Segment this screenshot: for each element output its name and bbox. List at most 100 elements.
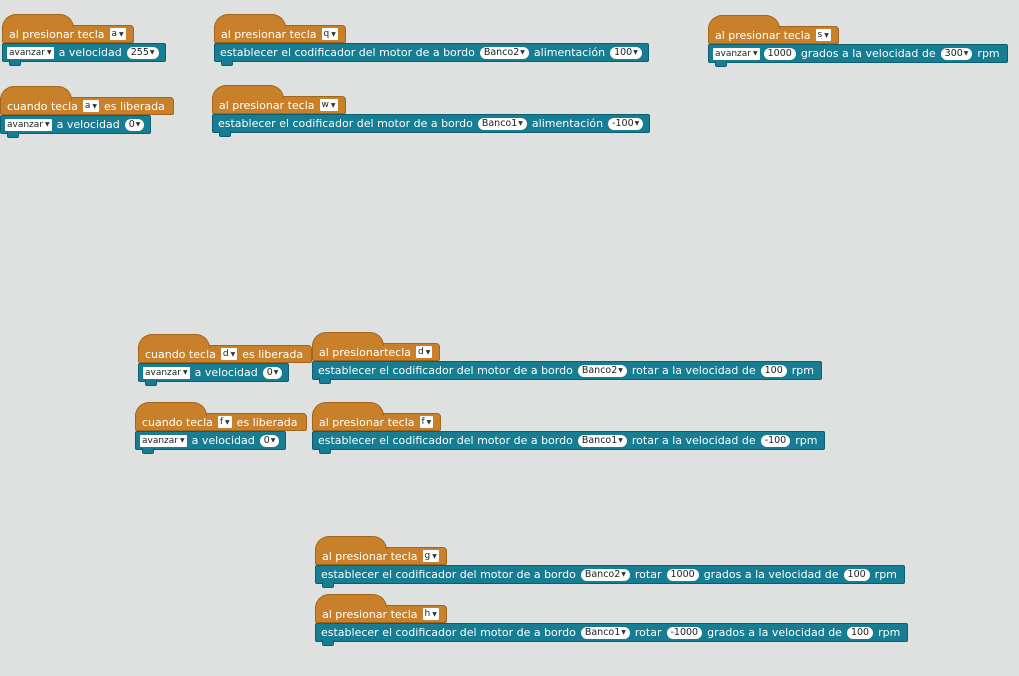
dropdown-arrow-icon: ▼ — [432, 610, 437, 618]
script-key-f-pressed[interactable]: al presionar tecla f ▼ establecer el codi… — [312, 400, 826, 454]
script-key-s-pressed[interactable]: al presionar tecla s ▼ avanzar ▼ 1000 grad… — [708, 13, 1008, 67]
hat-block-key-pressed[interactable]: al presionartecla d ▼ — [312, 332, 441, 361]
encoder-label: establecer el codificador del motor de a… — [321, 568, 576, 581]
speed-input[interactable]: 100 — [760, 364, 787, 377]
power-input[interactable]: -100 ▼ — [608, 117, 644, 130]
dropdown-arrow-icon: ▼ — [331, 30, 336, 38]
key-dropdown[interactable]: a ▼ — [109, 28, 126, 40]
script-key-a-released[interactable]: cuando tecla a ▼ es liberada avanzar ▼ a v… — [0, 84, 174, 138]
key-dropdown[interactable]: d ▼ — [220, 348, 238, 360]
dropdown-arrow-icon: ▼ — [47, 49, 52, 56]
script-key-d-released[interactable]: cuando tecla d ▼ es liberada avanzar ▼ a v… — [138, 332, 313, 386]
speed-value: 100 — [847, 569, 866, 580]
dropdown-arrow-icon: ▼ — [149, 49, 155, 56]
speed-input[interactable]: 100 — [843, 568, 870, 581]
speed-label: a velocidad — [56, 118, 120, 131]
direction-dropdown[interactable]: avanzar ▼ — [143, 366, 190, 379]
dropdown-arrow-icon: ▼ — [520, 49, 525, 56]
bank-dropdown[interactable]: Banco1 ▼ — [577, 434, 627, 447]
hat-label: al presionar tecla — [219, 98, 315, 112]
speed-input[interactable]: 255 ▼ — [126, 46, 159, 59]
speed-label: a velocidad — [58, 46, 122, 59]
encoder-rotate-degrees-block[interactable]: establecer el codificador del motor de a… — [315, 565, 905, 588]
hat-block-key-pressed[interactable]: al presionar tecla h ▼ — [315, 594, 447, 623]
key-dropdown[interactable]: w ▼ — [319, 99, 338, 111]
key-dropdown[interactable]: f ▼ — [217, 416, 232, 428]
hat-block-key-pressed[interactable]: al presionar tecla f ▼ — [312, 402, 442, 431]
script-key-q-pressed[interactable]: al presionar tecla q ▼ establecer el codi… — [214, 12, 649, 66]
direction-dropdown[interactable]: avanzar ▼ — [7, 46, 54, 59]
script-key-d-pressed[interactable]: al presionartecla d ▼ establecer el codif… — [312, 330, 823, 384]
key-dropdown[interactable]: a ▼ — [82, 100, 100, 112]
power-input[interactable]: 100 ▼ — [610, 46, 642, 59]
move-block[interactable]: avanzar ▼ a velocidad 255 ▼ — [2, 43, 166, 66]
hat-suffix: es liberada — [242, 347, 304, 361]
dropdown-arrow-icon: ▼ — [183, 369, 188, 376]
encoder-speed-block[interactable]: establecer el codificador del motor de a… — [312, 361, 823, 384]
power-value: 100 — [614, 47, 633, 58]
degrees-input[interactable]: 1000 — [763, 47, 796, 60]
degrees-input[interactable]: -1000 — [666, 626, 703, 639]
speed-input[interactable]: 100 — [846, 626, 874, 639]
hat-block-key-pressed[interactable]: al presionar tecla s ▼ — [708, 15, 839, 44]
key-dropdown[interactable]: h ▼ — [422, 608, 439, 620]
bank-value: Banco2 — [584, 569, 621, 580]
key-dropdown[interactable]: f ▼ — [419, 416, 434, 428]
move-block[interactable]: avanzar ▼ a velocidad 0 ▼ — [0, 115, 152, 138]
degrees-input[interactable]: 1000 — [666, 568, 699, 581]
rotate-label: rotar — [634, 626, 662, 639]
speed-input[interactable]: 300 ▼ — [940, 47, 973, 60]
dropdown-arrow-icon: ▼ — [621, 629, 626, 636]
script-key-w-pressed[interactable]: al presionar tecla w ▼ establecer el codi… — [212, 83, 651, 137]
encoder-power-block[interactable]: establecer el codificador del motor de a… — [212, 114, 651, 137]
script-key-f-released[interactable]: cuando tecla f ▼ es liberada avanzar ▼ a v… — [135, 400, 307, 454]
script-key-g-pressed[interactable]: al presionar tecla g ▼ establecer el codi… — [315, 534, 905, 588]
hat-block-key-released[interactable]: cuando tecla f ▼ es liberada — [135, 402, 307, 431]
speed-input[interactable]: 0 ▼ — [124, 118, 145, 131]
key-dropdown[interactable]: d ▼ — [416, 346, 433, 358]
bank-value: Banco2 — [483, 47, 520, 58]
script-key-h-pressed[interactable]: al presionar tecla h ▼ establecer el codi… — [315, 592, 909, 646]
key-dropdown[interactable]: q ▼ — [321, 28, 338, 40]
hat-label: al presionar tecla — [322, 549, 418, 563]
encoder-power-block[interactable]: establecer el codificador del motor de a… — [214, 43, 649, 66]
dropdown-arrow-icon: ▼ — [426, 418, 432, 426]
speed-input[interactable]: 0 ▼ — [262, 366, 283, 379]
key-dropdown[interactable]: s ▼ — [815, 29, 831, 41]
hat-label: al presionar tecla — [221, 27, 317, 41]
bank-dropdown[interactable]: Banco2 ▼ — [580, 568, 630, 581]
key-dropdown[interactable]: g ▼ — [422, 550, 439, 562]
dropdown-arrow-icon: ▼ — [180, 437, 185, 444]
hat-block-key-pressed[interactable]: al presionar tecla w ▼ — [212, 85, 346, 114]
script-key-a-pressed[interactable]: al presionar tecla a ▼ avanzar ▼ a velocid… — [1, 12, 166, 66]
hat-block-key-released[interactable]: cuando tecla a ▼ es liberada — [0, 86, 174, 115]
dropdown-arrow-icon: ▼ — [273, 369, 279, 376]
encoder-speed-block[interactable]: establecer el codificador del motor de a… — [312, 431, 826, 454]
direction-dropdown[interactable]: avanzar ▼ — [713, 47, 760, 60]
move-block[interactable]: avanzar ▼ a velocidad 0 ▼ — [135, 431, 287, 454]
bank-dropdown[interactable]: Banco1 ▼ — [477, 117, 527, 130]
speed-input[interactable]: -100 — [760, 434, 791, 447]
dropdown-arrow-icon: ▼ — [45, 121, 50, 128]
hat-block-key-pressed[interactable]: al presionar tecla g ▼ — [315, 536, 447, 565]
direction-dropdown[interactable]: avanzar ▼ — [140, 434, 187, 447]
degrees-speed-label: grados a la velocidad de — [800, 47, 936, 60]
bank-value: Banco2 — [581, 365, 618, 376]
hat-label: al presionartecla — [319, 345, 412, 359]
move-block[interactable]: avanzar ▼ a velocidad 0 ▼ — [138, 363, 290, 386]
degrees-value: 1000 — [670, 569, 695, 580]
dropdown-arrow-icon: ▼ — [119, 30, 124, 38]
hat-label: cuando tecla — [142, 415, 213, 429]
direction-dropdown[interactable]: avanzar ▼ — [5, 118, 52, 131]
bank-dropdown[interactable]: Banco2 ▼ — [479, 46, 529, 59]
speed-input[interactable]: 0 ▼ — [259, 434, 280, 447]
dropdown-arrow-icon: ▼ — [633, 49, 638, 56]
bank-dropdown[interactable]: Banco1 ▼ — [580, 626, 630, 639]
hat-block-key-pressed[interactable]: al presionar tecla a ▼ — [1, 14, 134, 43]
bank-dropdown[interactable]: Banco2 ▼ — [577, 364, 627, 377]
hat-block-key-released[interactable]: cuando tecla d ▼ es liberada — [138, 334, 313, 363]
direction-value: avanzar — [9, 47, 45, 58]
move-degrees-block[interactable]: avanzar ▼ 1000 grados a la velocidad de 3… — [708, 44, 1008, 67]
encoder-rotate-degrees-block[interactable]: establecer el codificador del motor de a… — [315, 623, 909, 646]
hat-block-key-pressed[interactable]: al presionar tecla q ▼ — [214, 14, 346, 43]
